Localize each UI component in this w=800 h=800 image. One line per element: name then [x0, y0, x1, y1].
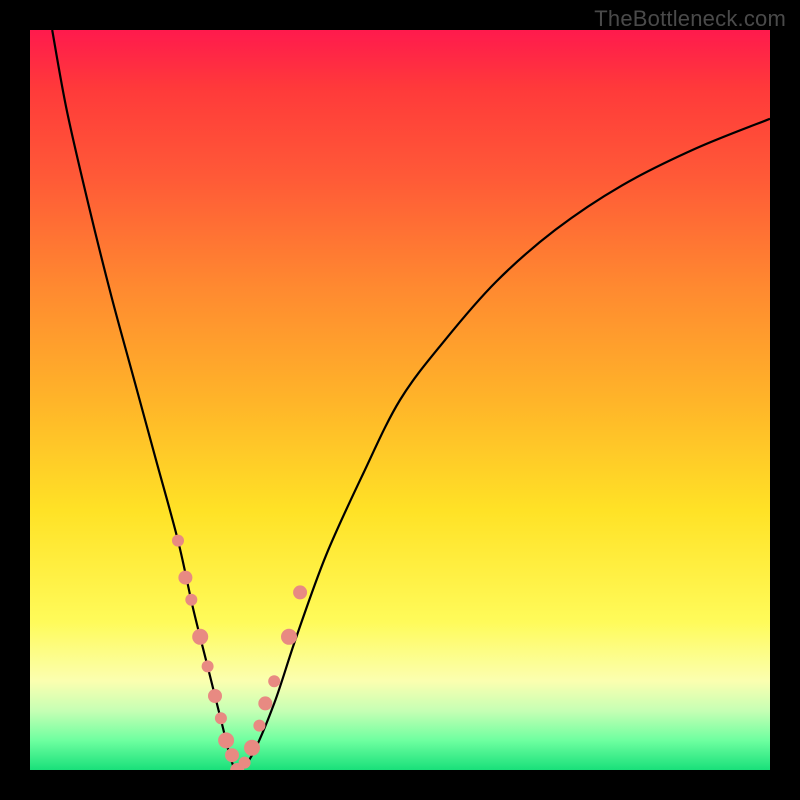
- highlight-dot: [185, 594, 197, 606]
- highlight-dot: [244, 740, 260, 756]
- highlight-dot: [293, 585, 307, 599]
- highlight-dot: [258, 696, 272, 710]
- highlight-dot: [239, 757, 251, 769]
- highlight-dot: [172, 535, 184, 547]
- chart-frame: TheBottleneck.com: [0, 0, 800, 800]
- highlight-dot: [208, 689, 222, 703]
- watermark-text: TheBottleneck.com: [594, 6, 786, 32]
- highlight-dot: [225, 748, 239, 762]
- highlight-dots-group: [172, 535, 307, 770]
- highlight-dot: [202, 660, 214, 672]
- bottleneck-curve: [52, 30, 770, 770]
- highlight-dot: [178, 571, 192, 585]
- highlight-dot: [218, 732, 234, 748]
- plot-area: [30, 30, 770, 770]
- highlight-dot: [215, 712, 227, 724]
- highlight-dot: [281, 629, 297, 645]
- chart-svg: [30, 30, 770, 770]
- highlight-dot: [192, 629, 208, 645]
- highlight-dot: [253, 720, 265, 732]
- highlight-dot: [268, 675, 280, 687]
